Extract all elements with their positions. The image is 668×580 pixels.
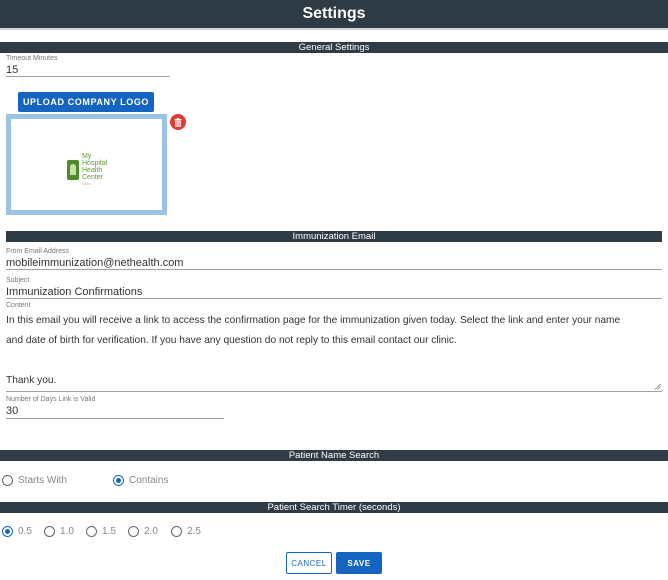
section-title: General Settings <box>298 42 370 53</box>
upload-logo-button[interactable]: UPLOAD COMPANY LOGO <box>18 92 154 112</box>
timeout-underline <box>6 76 170 77</box>
radio-checked-icon[interactable] <box>113 475 124 486</box>
from-email-underline <box>6 269 662 270</box>
radio-checked-icon[interactable] <box>2 526 13 537</box>
page-title: Settings <box>302 5 366 22</box>
timer-option-2-0[interactable]: 2.0 <box>128 526 158 537</box>
settings-header: Settings <box>0 0 668 30</box>
content-label: Content <box>6 302 31 309</box>
cancel-button[interactable]: CANCEL <box>286 552 332 574</box>
radio-label: Contains <box>129 475 169 486</box>
from-email-input[interactable]: mobileimmunization@nethealth.com <box>6 257 183 269</box>
subject-underline <box>6 298 662 299</box>
days-valid-underline <box>6 418 224 419</box>
content-underline <box>6 391 662 392</box>
immunization-email-bar: Immunization Email <box>6 231 662 242</box>
radio-unchecked-icon[interactable] <box>2 475 13 486</box>
logo-text: My Hospital Health Center Calico <box>82 153 108 186</box>
save-button[interactable]: SAVE <box>336 552 382 574</box>
content-textarea[interactable]: In this email you will receive a link to… <box>6 311 662 391</box>
timer-option-2-5[interactable]: 2.5 <box>171 526 201 537</box>
subject-label: Subject <box>6 277 30 284</box>
subject-input[interactable]: Immunization Confirmations <box>6 286 142 298</box>
from-email-label: From Email Address <box>6 248 70 255</box>
timeout-input[interactable]: 15 <box>6 64 18 76</box>
resize-handle-icon[interactable] <box>654 383 661 390</box>
timeout-label: Timeout Minutes <box>6 55 58 62</box>
name-search-starts-with[interactable]: Starts With <box>2 475 67 486</box>
radio-unchecked-icon[interactable] <box>44 526 55 537</box>
patient-search-timer-bar: Patient Search Timer (seconds) <box>0 502 668 513</box>
timer-option-1-0[interactable]: 1.0 <box>44 526 74 537</box>
radio-unchecked-icon[interactable] <box>128 526 139 537</box>
radio-label: 1.0 <box>60 526 74 537</box>
general-settings-bar: General Settings <box>0 42 668 53</box>
delete-logo-button[interactable] <box>170 114 186 130</box>
trash-icon <box>174 117 182 127</box>
radio-label: 0.5 <box>18 526 32 537</box>
name-search-contains[interactable]: Contains <box>113 475 168 486</box>
radio-label: 1.5 <box>102 526 116 537</box>
section-title: Patient Search Timer (seconds) <box>267 502 401 513</box>
timer-option-0-5[interactable]: 0.5 <box>2 526 32 537</box>
days-valid-label: Number of Days Link is Valid <box>6 396 96 403</box>
section-title: Patient Name Search <box>288 450 380 461</box>
radio-label: Starts With <box>18 475 67 486</box>
radio-unchecked-icon[interactable] <box>171 526 182 537</box>
radio-label: 2.5 <box>187 526 201 537</box>
radio-unchecked-icon[interactable] <box>86 526 97 537</box>
timer-option-1-5[interactable]: 1.5 <box>86 526 116 537</box>
days-valid-input[interactable]: 30 <box>6 405 18 417</box>
radio-label: 2.0 <box>144 526 158 537</box>
logo-mark-icon <box>67 160 79 180</box>
logo-preview: My Hospital Health Center Calico <box>6 114 167 215</box>
company-logo: My Hospital Health Center Calico <box>67 153 107 187</box>
patient-name-search-bar: Patient Name Search <box>0 450 668 461</box>
section-title: Immunization Email <box>292 231 376 242</box>
